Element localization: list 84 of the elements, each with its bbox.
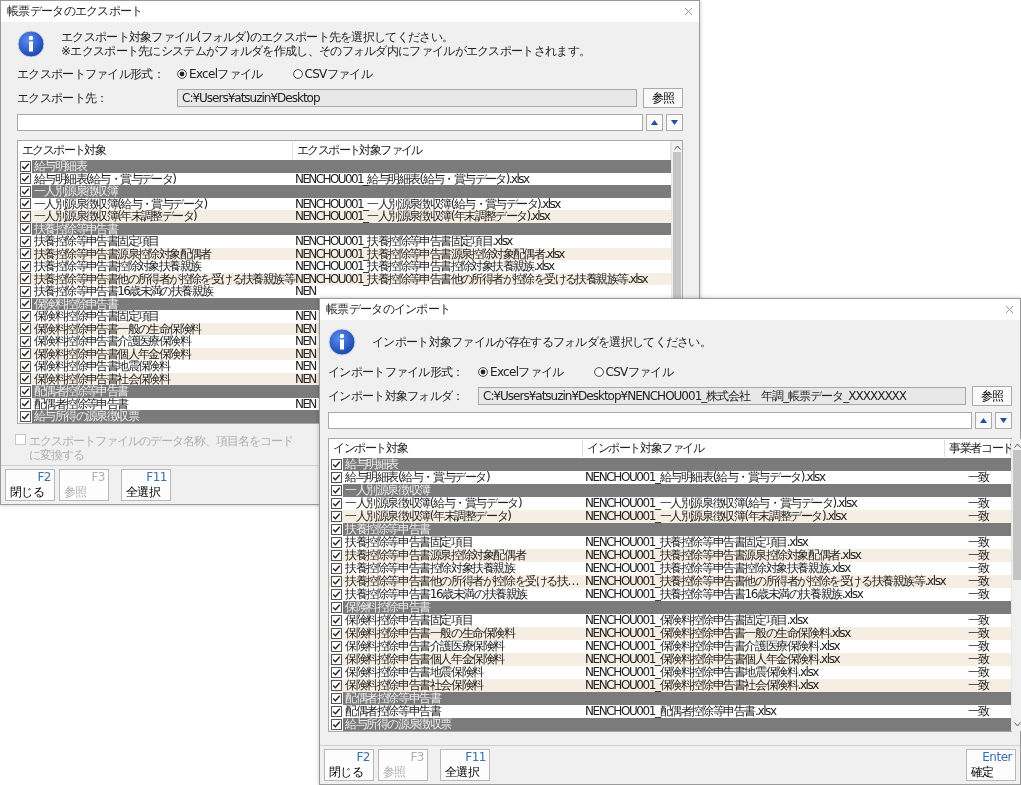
- table-cell-text: NENCHOU001_扶養控除等申告書16歳未満の扶養親族.xlsx: [584, 588, 863, 601]
- table-cell-text: NENCHOU001_保険料控除申告書固定項目.xlsx: [584, 614, 808, 627]
- table-cell-text: NENCHOU001_扶養控除等申告書源泉控除対象配偶者.xlsx: [294, 247, 564, 260]
- table-cell-text: 扶養控除等申告書源泉控除対象配偶者: [344, 549, 526, 562]
- table-cell: 一致: [967, 471, 989, 484]
- table-cell-text: 配偶者控除等申告書: [33, 397, 128, 410]
- table-cell-text: NEN: [294, 360, 316, 373]
- table-cell-text: 扶養控除等申告書16歳未満の扶養親族: [33, 285, 213, 298]
- table-cell-text: NENCHOU001_保険料控除申告書社会保険料.xlsx: [584, 679, 819, 692]
- table-cell-text: 保険料控除申告書介護医療保険料: [344, 640, 504, 653]
- table-cell-text: NENCHOU001_扶養控除等申告書固定項目.xlsx: [584, 536, 808, 549]
- table-cell-text: NEN: [294, 397, 316, 410]
- table-cell-text: 保険料控除申告書個人年金保険料: [344, 653, 504, 666]
- table-cell-text: NENCHOU001_保険料控除申告書一般の生命保険料.xlsx: [584, 627, 850, 640]
- table-cell-text: 扶養控除等申告書他の所得者が控除を受ける扶…: [344, 575, 579, 588]
- table-cell-text: NENCHOU001_扶養控除等申告書他の所得者が控除を受ける扶養親族等.xlsx: [294, 272, 648, 285]
- table-cell-text: 扶養控除等申告書固定項目: [33, 235, 159, 248]
- table-cell-text: NEN: [294, 335, 316, 348]
- table-cell-text: 給与明細表(給与・賞与データ): [33, 172, 176, 185]
- table-cell-text: NENCHOU001_扶養控除等申告書他の所得者が控除を受ける扶養親族等.xlsx: [584, 575, 946, 588]
- table-cell-text: NEN: [294, 372, 316, 385]
- table-cell-text: NENCHOU001_給与明細表(給与・賞与データ).xlsx: [584, 471, 825, 484]
- table-cell: 一致: [967, 614, 989, 627]
- table-cell: 一致: [967, 679, 989, 692]
- table-cell-text: 保険料控除申告書固定項目: [33, 310, 159, 323]
- table-cell: 一致: [967, 562, 989, 575]
- table-cell: 一致: [967, 549, 989, 562]
- window-title: 帳票データのインポート: [326, 301, 451, 318]
- table-cell-text: 扶養控除等申告書16歳未満の扶養親族: [344, 588, 528, 601]
- field-label: インポートファイル形式：: [328, 363, 465, 381]
- table-cell: 一致: [967, 640, 989, 653]
- field-label: エクスポートファイル形式：: [17, 65, 165, 83]
- table-cell-text: 給与明細表(給与・賞与データ): [344, 471, 490, 484]
- message-text: ※エクスポート先にシステムがフォルダを作成し、そのフォルダ内にファイルがエクスポートされます。: [61, 44, 591, 58]
- table-cell-text: NENCHOU001_扶養控除等申告書控除対象扶養親族.xlsx: [584, 562, 850, 575]
- table-cell-text: 保険料控除申告書社会保険料: [344, 679, 483, 692]
- table-cell-text: NENCHOU001_配偶者控除等申告書.xlsx: [584, 705, 776, 718]
- table-cell-text: 保険料控除申告書地震保険料: [33, 360, 170, 373]
- table-cell-text: 一人別源泉徴収簿(給与・賞与データ): [33, 197, 207, 210]
- table-cell-text: NENCHOU001_扶養控除等申告書源泉控除対象配偶者.xlsx: [584, 549, 861, 562]
- table-cell: 一致: [967, 627, 989, 640]
- table-cell-text: NENCHOU001_一人別源泉徴収簿(給与・賞与データ).xlsx: [294, 197, 560, 210]
- table-cell-text: NEN: [295, 285, 316, 298]
- table-cell: 一致: [967, 666, 989, 679]
- table-cell-text: NEN: [294, 310, 316, 323]
- table-cell-text: 一人別源泉徴収簿(年末調整データ): [344, 510, 511, 523]
- table-cell-text: NENCHOU001_一人別源泉徴収簿(年末調整データ).xlsx: [584, 510, 846, 523]
- message-text: エクスポート対象ファイル(フォルダ)のエクスポート先を選択してください。: [61, 30, 455, 44]
- table-cell-text: 扶養控除等申告書源泉控除対象配偶者: [33, 247, 211, 260]
- table-cell-text: 配偶者控除等申告書: [344, 705, 441, 718]
- table-cell: 一致: [967, 588, 989, 601]
- table-cell-text: NENCHOU001_保険料控除申告書個人年金保険料.xlsx: [584, 653, 840, 666]
- table-cell-text: NENCHOU001_一人別源泉徴収簿(年末調整データ).xlsx: [294, 210, 550, 223]
- table-cell-text: 一人別源泉徴収簿(年末調整データ): [33, 210, 197, 223]
- table-cell-text: NENCHOU001_扶養控除等申告書固定項目.xlsx: [294, 235, 512, 248]
- table-cell: 一致: [967, 653, 989, 666]
- table-cell: 一致: [967, 575, 989, 588]
- field-label: エクスポート先：: [17, 89, 109, 107]
- table-cell-text: NEN: [294, 322, 316, 335]
- table-cell: 一致: [967, 510, 989, 523]
- message-text: インポート対象ファイルが存在するフォルダを選択してください。: [372, 335, 711, 349]
- table-cell: 一致: [967, 705, 989, 718]
- table-cell: 一致: [967, 536, 989, 549]
- table-cell: 一致: [967, 497, 989, 510]
- table-cell-text: NENCHOU001_扶養控除等申告書控除対象扶養親族.xlsx: [295, 260, 554, 273]
- table-cell-text: 保険料控除申告書介護医療保険料: [33, 335, 190, 348]
- table-cell-text: 保険料控除申告書地震保険料: [344, 666, 483, 679]
- table-cell-text: 扶養控除等申告書固定項目: [344, 536, 473, 549]
- table-cell-text: NENCHOU001_一人別源泉徴収簿(給与・賞与データ).xlsx: [584, 497, 857, 510]
- window-title: 帳票データのエクスポート: [7, 3, 143, 20]
- table-cell-text: NEN: [294, 347, 316, 360]
- table-cell-text: NENCHOU001_保険料控除申告書地震保険料.xlsx: [584, 666, 819, 679]
- table-cell-text: 扶養控除等申告書控除対象扶養親族: [33, 260, 201, 273]
- table-cell-text: NENCHOU001_保険料控除申告書介護医療保険料.xlsx: [584, 640, 840, 653]
- table-cell-text: 一人別源泉徴収簿(給与・賞与データ): [344, 497, 522, 510]
- table-cell-text: 保険料控除申告書一般の生命保険料: [344, 627, 515, 640]
- table-cell-text: NENCHOU001_給与明細表(給与・賞与データ).xlsx: [294, 172, 529, 185]
- field-label: インポート対象フォルダ：: [328, 387, 465, 405]
- table-cell-text: 保険料控除申告書個人年金保険料: [33, 347, 190, 360]
- table-cell-text: 保険料控除申告書固定項目: [344, 614, 473, 627]
- table-cell-text: 保険料控除申告書社会保険料: [33, 372, 170, 385]
- table-cell-text: 保険料控除申告書一般の生命保険料: [33, 322, 201, 335]
- table-cell-text: 扶養控除等申告書控除対象扶養親族: [344, 562, 515, 575]
- table-cell-text: 扶養控除等申告書他の所得者が控除を受ける扶養親族等: [33, 272, 294, 285]
